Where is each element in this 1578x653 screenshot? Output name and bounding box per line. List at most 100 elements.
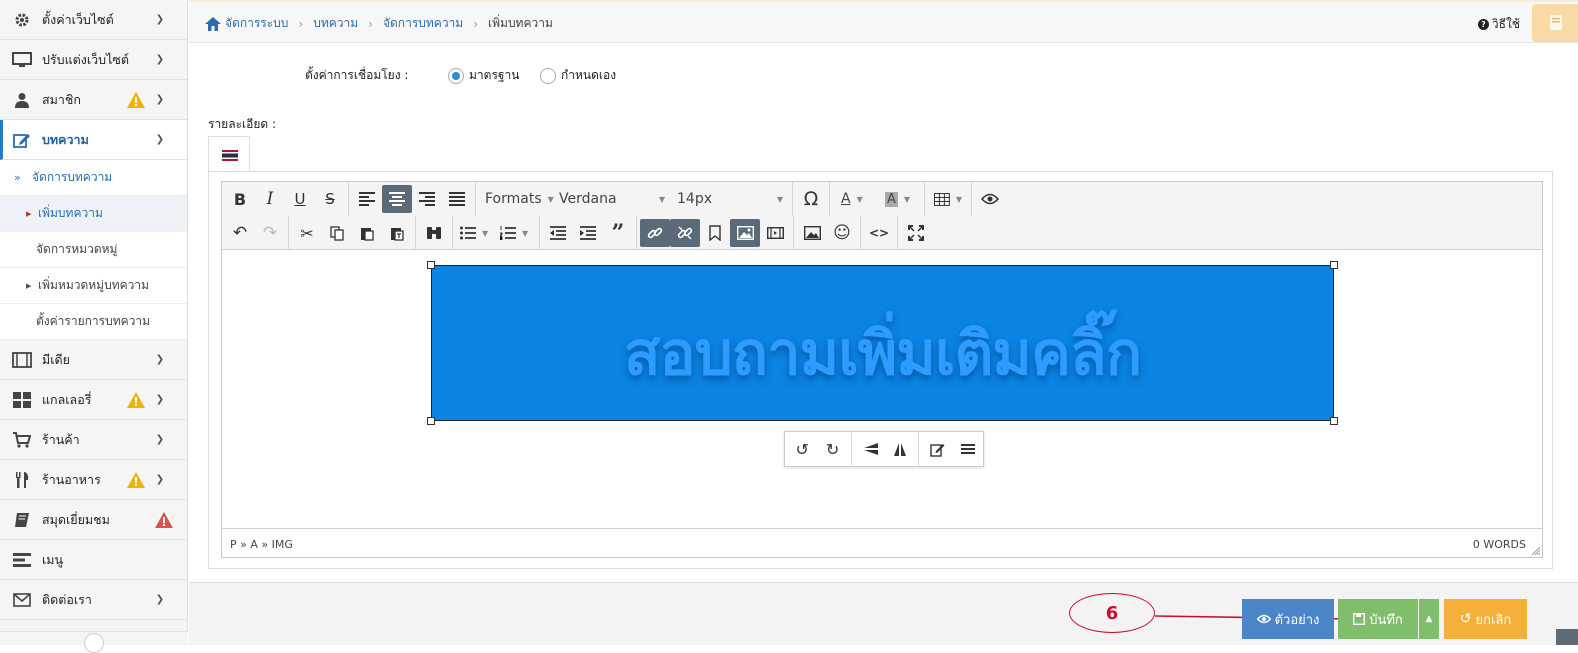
fullscreen-button[interactable] [901,219,931,247]
sidebar-item-menu[interactable]: เมนู [0,540,187,580]
chevron-down-icon: ❯ [155,474,165,485]
sidebar-subitem-label: จัดการบทความ [32,170,113,184]
outdent-button[interactable] [543,219,573,247]
special-char-button[interactable]: Ω [796,185,826,213]
resize-handle-bottom-left[interactable] [427,417,435,425]
selected-banner-image[interactable]: สอบถามเพิ่มเติมคลิ๊ก [427,261,1338,425]
strikethrough-button[interactable]: S [315,185,345,213]
radio-standard[interactable]: มาตรฐาน [448,66,519,85]
breadcrumb-item-articles[interactable]: บทความ [313,14,358,33]
top-bar: จัดการระบบ › บทความ › จัดการบทความ › เพิ… [189,0,1578,43]
numbered-list-button[interactable]: ▼ [496,219,536,247]
underline-button[interactable]: U [285,185,315,213]
anchor-button[interactable] [700,219,730,247]
main-content: ตั้งค่าการเชื่อมโยง : มาตรฐาน กำหนดเอง ร… [189,44,1578,582]
sidebar-item-label: แกลเลอรี่ [42,391,92,407]
bullet-list-button[interactable]: ▼ [456,219,496,247]
guide-book-button[interactable] [1532,4,1578,42]
insert-image-button[interactable] [730,219,760,247]
cancel-button[interactable]: ↺ ยกเลิก [1444,599,1527,639]
flip-horizontal-button[interactable] [885,435,915,463]
background-color-icon: A [885,191,898,207]
rotate-left-button[interactable]: ↺ [787,435,817,463]
align-right-button[interactable] [412,185,442,213]
cut-button[interactable]: ✂ [292,219,322,247]
editor-content-area[interactable]: สอบถามเพิ่มเติมคลิ๊ก ↺ ↻ [222,251,1542,529]
font-family-value: Verdana [559,191,617,207]
sidebar-subitem-manage-categories[interactable]: จัดการหมวดหมู่ [0,232,187,268]
gear-icon [12,12,32,28]
find-replace-button[interactable] [419,219,449,247]
breadcrumb-item-admin[interactable]: จัดการระบบ [225,14,288,33]
sidebar-item-contact[interactable]: ติดต่อเรา ❯ [0,580,187,620]
font-family-dropdown[interactable]: Verdana ▼ [553,185,671,213]
paste-text-button[interactable] [382,219,412,247]
unlink-button[interactable] [670,219,700,247]
radio-custom-circle[interactable] [540,67,556,84]
bold-button[interactable]: B [225,185,255,213]
sidebar-item-shop[interactable]: ร้านค้า ❯ [0,420,187,460]
background-color-button[interactable]: A ▼ [877,185,921,213]
resize-handle-top-left[interactable] [427,261,435,269]
save-options-dropdown[interactable]: ▲ [1419,599,1439,639]
radio-custom[interactable]: กำหนดเอง [540,66,616,85]
sidebar-item-media[interactable]: มีเดีย ❯ [0,340,187,380]
sidebar-subitem-add-article[interactable]: ▸ เพิ่มบทความ [0,196,187,232]
language-tab-thai[interactable] [208,136,250,172]
sidebar-item-articles[interactable]: บทความ ❯ [0,120,187,160]
smiley-icon: ☺ [833,223,851,243]
redo-button[interactable]: ↷ [255,219,285,247]
paste-button[interactable] [352,219,382,247]
table-button[interactable]: ▼ [928,185,968,213]
edit-image-button[interactable] [922,435,952,463]
scroll-top-button[interactable] [1556,629,1578,645]
preview-button[interactable] [975,185,1005,213]
home-icon[interactable] [205,16,221,31]
sidebar-item-restaurant[interactable]: ร้านอาหาร ❯ [0,460,187,500]
italic-button[interactable]: I [255,185,285,213]
sidebar-item-label: ร้านอาหาร [42,471,101,487]
blockquote-button[interactable]: ” [603,219,633,247]
text-color-button[interactable]: A ▼ [833,185,877,213]
resize-handle-bottom-right[interactable] [1330,417,1338,425]
rotate-right-button[interactable]: ↻ [817,435,847,463]
align-left-button[interactable] [352,185,382,213]
align-justify-button[interactable] [442,185,472,213]
align-center-button[interactable] [382,185,412,213]
resize-handle-top-right[interactable] [1330,261,1338,269]
undo-button[interactable]: ↶ [225,219,255,247]
image-options-button[interactable] [953,435,983,463]
chevron-down-icon: ❯ [155,354,165,365]
collapse-sidebar-button[interactable] [84,633,104,653]
resize-grip-icon[interactable] [1532,547,1540,555]
table-icon [934,192,950,206]
sidebar-subitem-label: เพิ่มบทความ [38,206,103,220]
sidebar-item-customize[interactable]: ปรับแต่งเว็บไซต์ ❯ [0,40,187,80]
source-code-button[interactable]: <> [864,219,894,247]
sidebar-item-members[interactable]: สมาชิก ❯ [0,80,187,120]
omega-icon: Ω [803,188,819,210]
align-left-icon [359,192,375,206]
indent-button[interactable] [573,219,603,247]
help-link[interactable]: ? วิธีใช้ [1477,15,1520,34]
breadcrumb-item-manage-articles[interactable]: จัดการบทความ [383,14,463,33]
copy-button[interactable] [322,219,352,247]
font-size-dropdown[interactable]: 14px ▼ [671,185,789,213]
flip-vertical-button[interactable] [855,435,885,463]
insert-media-button[interactable] [760,219,790,247]
sidebar-subitem-article-list-settings[interactable]: ตั้งค่ารายการบทความ [0,304,187,340]
sidebar-item-guestbook[interactable]: สมุดเยี่ยมชม [0,500,187,540]
binoculars-icon [427,227,441,239]
sidebar-item-gallery[interactable]: แกลเลอรี่ ❯ [0,380,187,420]
preview-button[interactable]: ตัวอย่าง [1242,599,1334,639]
save-button[interactable]: บันทึก [1338,599,1418,639]
insert-link-button[interactable] [640,219,670,247]
formats-dropdown[interactable]: Formats ▼ [479,185,554,213]
image-manager-button[interactable] [797,219,827,247]
eye-icon [981,193,999,205]
sidebar-subitem-add-category[interactable]: ▸ เพิ่มหมวดหมู่บทความ [0,268,187,304]
sidebar-subitem-manage-articles[interactable]: » จัดการบทความ [0,160,187,196]
emoticons-button[interactable]: ☺ [827,219,857,247]
sidebar-item-site-settings[interactable]: ตั้งค่าเว็บไซต์ ❯ [0,0,187,40]
radio-standard-circle[interactable] [448,67,464,84]
